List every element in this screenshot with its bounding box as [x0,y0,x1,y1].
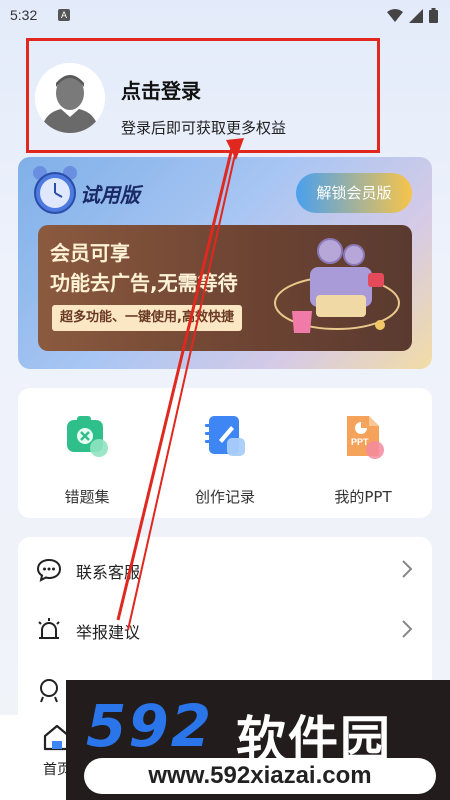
menu-item-report-suggestion[interactable]: 举报建议 [18,599,432,659]
watermark-url: www.592xiazai.com [84,758,436,794]
headset-icon [40,679,58,703]
member-card: 试用版 解锁会员版 会员可享 功能去广告,无需等待 超多功能、一键使用,高效快捷 [18,157,432,369]
wifi-icon [387,8,403,22]
tool-label: 错题集 [64,488,110,506]
camera-erase-icon [67,416,108,457]
alarm-clock-icon [33,166,77,214]
avatar[interactable] [35,63,105,133]
trial-label: 试用版 [80,183,140,207]
tool-mistake-book[interactable]: 错题集 [32,412,142,506]
tool-label: 创作记录 [194,488,255,506]
status-bar: 5:32 A [0,0,450,32]
login-subtitle: 登录后即可获取更多权益 [121,119,287,137]
alarm-report-icon [38,618,60,639]
unlock-member-button[interactable]: 解锁会员版 [296,173,412,213]
login-title[interactable]: 点击登录 [121,75,201,104]
menu-label: 举报建议 [76,623,141,642]
notification-badge: A [58,9,70,21]
watermark-banner: 592 软件园 www.592xiazai.com [66,680,450,800]
notebook-pen-icon [205,416,245,456]
projector-illustration-icon [274,238,400,333]
default-avatar-icon [35,63,105,133]
tools-card: 错题集 创作记录 PPT 我的PPT [18,388,432,518]
status-icons [387,8,438,23]
watermark-logo: 592 [86,692,214,760]
chevron-right-icon [402,620,413,638]
promo-line2: 功能去广告,无需等待 [50,271,238,295]
chat-bubble-icon [36,558,62,582]
signal-icon [409,8,423,23]
promo-line1: 会员可享 [50,241,130,265]
battery-icon [429,8,438,23]
ppt-file-icon: PPT [347,416,384,459]
menu-item-contact-service[interactable]: 联系客服 [18,539,432,599]
tool-my-ppt[interactable]: PPT 我的PPT [308,412,418,506]
promo-banner[interactable]: 会员可享 功能去广告,无需等待 超多功能、一键使用,高效快捷 [38,225,412,351]
promo-tag: 超多功能、一键使用,高效快捷 [52,305,242,331]
menu-label: 联系客服 [76,563,141,582]
tool-creation-record[interactable]: 创作记录 [170,412,280,506]
status-time: 5:32 [10,7,38,23]
chevron-right-icon [402,560,413,578]
tool-label: 我的PPT [334,488,392,506]
svg-text:PPT: PPT [351,437,369,447]
login-header[interactable]: 点击登录 登录后即可获取更多权益 [26,38,380,153]
